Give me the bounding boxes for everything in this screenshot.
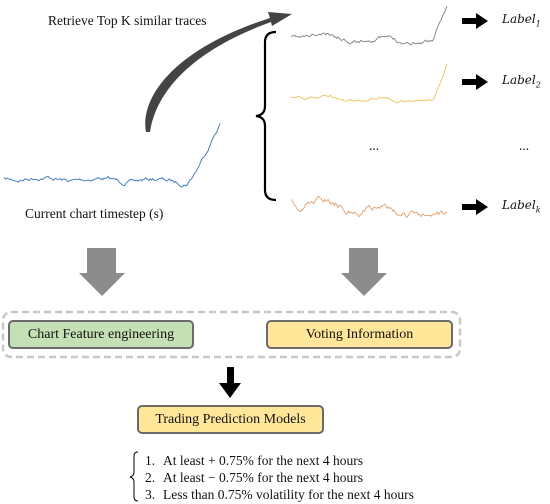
outcome-2: 2. At least − 0.75% for the next 4 hours	[145, 470, 363, 486]
outcome-2-text: At least − 0.75% for the next 4 hours	[163, 470, 363, 485]
label-k-sub: k	[535, 205, 541, 215]
curly-brace	[255, 30, 277, 202]
outcome-brace	[129, 451, 139, 502]
down-arrow-center	[219, 367, 241, 398]
label-arrow-1	[462, 13, 488, 29]
ellipsis-traces: ...	[369, 138, 380, 153]
label-k-base: Label	[502, 198, 536, 212]
outcome-1-num: 1.	[145, 453, 156, 468]
outcome-1-text: At least + 0.75% for the next 4 hours	[163, 453, 363, 468]
ellipsis-labels: ...	[519, 138, 530, 153]
label-1-sub: 1	[535, 19, 541, 29]
down-arrow-left	[79, 248, 125, 296]
label-1: Label1	[502, 12, 541, 28]
label-arrow-k	[462, 199, 488, 215]
outcome-3: 3. Less than 0.75% volatility for the nex…	[145, 487, 414, 503]
current-chart-label: Current chart timestep (s)	[25, 206, 164, 221]
outcome-3-num: 3.	[145, 487, 156, 502]
label-2: Label2	[502, 73, 541, 89]
label-1-base: Label	[502, 12, 536, 26]
diagram: Retrieve Top K similar traces Current ch…	[0, 0, 550, 504]
trading-prediction-models-box: Trading Prediction Models	[137, 405, 324, 434]
retrieve-arrow	[145, 12, 292, 132]
label-2-base: Label	[502, 73, 536, 87]
label-arrow-2	[462, 74, 488, 90]
similar-trace-1	[290, 6, 448, 46]
retrieve-label: Retrieve Top K similar traces	[48, 13, 207, 28]
down-arrow-right	[341, 248, 387, 296]
outcome-1: 1. At least + 0.75% for the next 4 hours	[145, 453, 363, 469]
chart-feature-engineering-box: Chart Feature engineering	[8, 320, 194, 349]
label-k: Labelk	[502, 198, 541, 214]
similar-trace-k	[290, 195, 448, 218]
outcome-3-text: Less than 0.75% volatility for the next …	[163, 487, 414, 502]
similar-trace-2	[290, 63, 448, 104]
current-trace	[3, 123, 221, 188]
voting-information-box: Voting Information	[266, 320, 453, 349]
label-2-sub: 2	[535, 80, 541, 90]
outcome-2-num: 2.	[145, 470, 156, 485]
